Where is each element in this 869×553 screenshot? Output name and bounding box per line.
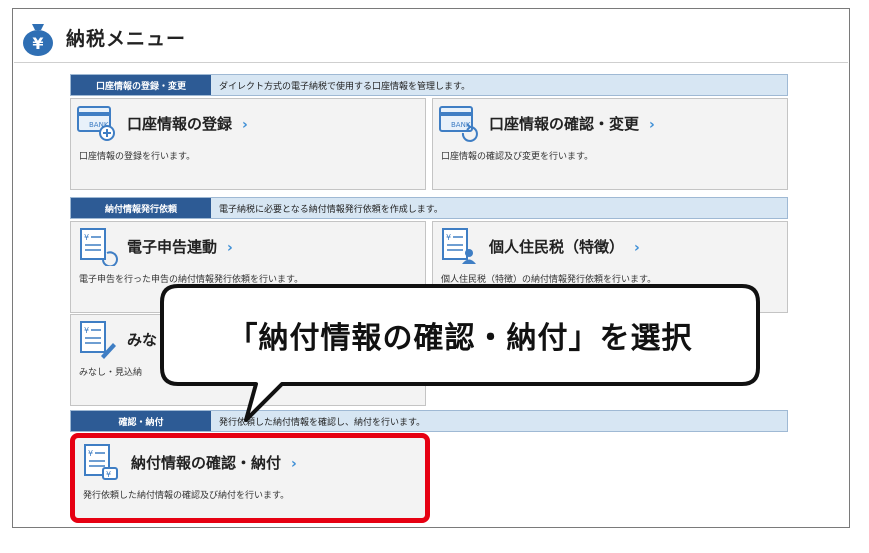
- svg-text:¥: ¥: [32, 34, 43, 53]
- chevron-right-icon: ›: [649, 117, 655, 133]
- document-person-icon: ¥: [442, 228, 476, 264]
- section-bar-confirm-pay: 確認・納付 発行依頼した納付情報を確認し、納付を行います。: [70, 410, 788, 432]
- page-title: 納税メニュー: [66, 28, 187, 50]
- callout-text: 「納付情報の確認・納付」を選択: [227, 321, 693, 356]
- svg-text:¥: ¥: [84, 233, 89, 242]
- section-bar-payment-request: 納付情報発行依頼 電子納税に必要となる納付情報発行依頼を作成します。: [70, 197, 788, 219]
- card-description: 口座情報の登録を行います。: [79, 152, 196, 162]
- section-tag: 確認・納付: [71, 411, 211, 431]
- card-title: 個人住民税（特徴） ›: [489, 238, 640, 256]
- card-title: 口座情報の確認・変更 ›: [489, 115, 655, 133]
- document-pen-icon: ¥: [80, 321, 116, 359]
- card-account-register[interactable]: BANK 口座情報の登録 › 口座情報の登録を行います。: [70, 98, 426, 190]
- bank-card-refresh-icon: BANK: [439, 106, 478, 142]
- svg-text:¥: ¥: [446, 233, 451, 242]
- card-title: 電子申告連動 ›: [127, 238, 233, 256]
- header-divider: [14, 62, 848, 63]
- card-title: 口座情報の登録 ›: [127, 115, 248, 133]
- section-description: 電子納税に必要となる納付情報発行依頼を作成します。: [219, 204, 443, 215]
- chevron-right-icon: ›: [242, 117, 248, 133]
- section-tag: 納付情報発行依頼: [71, 198, 211, 218]
- chevron-right-icon: ›: [634, 240, 640, 256]
- section-tag: 口座情報の登録・変更: [71, 75, 211, 95]
- svg-text:¥: ¥: [84, 326, 89, 335]
- card-description: 口座情報の確認及び変更を行います。: [441, 152, 594, 162]
- yen-moneybag-icon: ¥: [23, 24, 53, 56]
- selection-highlight: [70, 433, 430, 523]
- card-account-confirm[interactable]: BANK 口座情報の確認・変更 › 口座情報の確認及び変更を行います。: [432, 98, 788, 190]
- document-sync-icon: ¥: [80, 228, 118, 266]
- card-description: みなし・見込納: [79, 368, 143, 378]
- section-bar-account: 口座情報の登録・変更 ダイレクト方式の電子納税で使用する口座情報を管理します。: [70, 74, 788, 96]
- chevron-right-icon: ›: [227, 240, 233, 256]
- bank-card-add-icon: BANK: [77, 106, 115, 141]
- section-description: ダイレクト方式の電子納税で使用する口座情報を管理します。: [219, 81, 471, 92]
